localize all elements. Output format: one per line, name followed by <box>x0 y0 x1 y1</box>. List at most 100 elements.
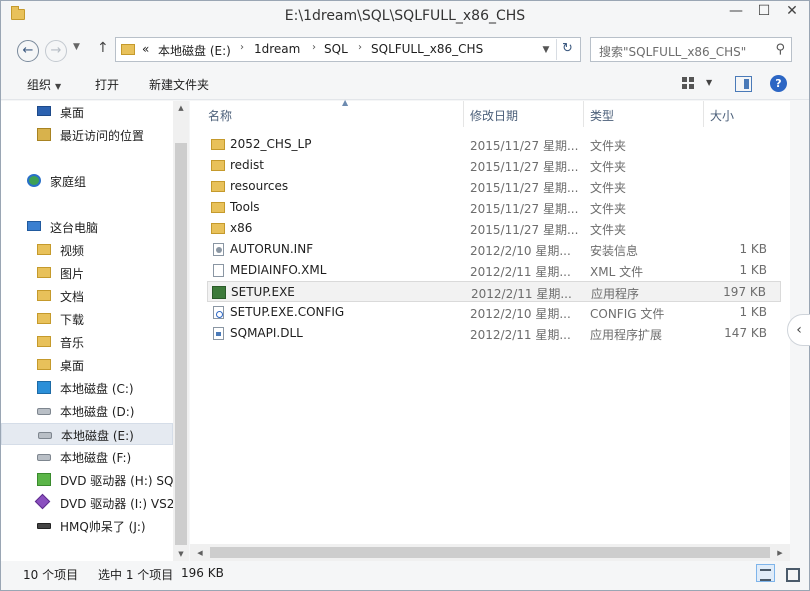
file-name: SQMAPI.DLL <box>230 326 303 340</box>
file-row[interactable]: resources 2015/11/27 星期... 文件夹 <box>207 176 781 197</box>
breadcrumb-drive-e[interactable]: 本地磁盘 (E:) <box>158 42 231 59</box>
preview-pane-button[interactable] <box>735 76 752 92</box>
nav-item[interactable]: DVD 驱动器 (H:) SQ <box>1 469 173 491</box>
xml-file-icon <box>213 264 224 277</box>
nav-item[interactable]: 下载 <box>1 308 173 330</box>
scroll-up-icon[interactable]: ▲ <box>173 101 189 115</box>
nav-item[interactable]: 本地磁盘 (C:) <box>1 377 173 399</box>
file-type: 文件夹 <box>590 223 627 237</box>
breadcrumb-overflow[interactable]: « <box>142 42 149 56</box>
file-date: 2015/11/27 星期... <box>470 202 579 216</box>
documents-folder-icon <box>37 290 51 301</box>
recent-locations-dropdown[interactable]: ▼ <box>73 42 80 52</box>
change-view-button[interactable] <box>681 76 699 92</box>
system-drive-icon <box>37 381 51 394</box>
minimize-button[interactable]: — <box>721 1 751 23</box>
breadcrumb-1dream[interactable]: 1dream <box>254 42 300 56</box>
horizontal-scroll-thumb[interactable] <box>210 547 770 558</box>
file-row[interactable]: 2052_CHS_LP 2015/11/27 星期... 文件夹 <box>207 134 781 155</box>
nav-item[interactable]: 图片 <box>1 262 173 284</box>
column-header-name[interactable]: 名称 ▲ <box>202 98 464 127</box>
breadcrumb-sqlfull[interactable]: SQLFULL_x86_CHS <box>371 42 483 56</box>
view-options-dropdown[interactable]: ▼ <box>706 78 712 87</box>
nav-item[interactable]: 文档 <box>1 285 173 307</box>
file-type: 应用程序 <box>591 287 640 301</box>
help-icon[interactable]: ? <box>770 75 787 92</box>
file-row[interactable]: SQMAPI.DLL 2012/2/11 星期... 应用程序扩展 147 KB <box>207 323 781 344</box>
refresh-icon: ↻ <box>562 41 573 56</box>
nav-item-label: 本地磁盘 (C:) <box>60 382 134 396</box>
close-button[interactable]: ✕ <box>777 1 807 23</box>
search-input[interactable]: 搜索"SQLFULL_x86_CHS" ⚲ <box>590 37 792 62</box>
address-dropdown[interactable]: ▼ <box>538 41 554 59</box>
file-name: 2052_CHS_LP <box>230 137 312 151</box>
address-bar[interactable]: « 本地磁盘 (E:) › 1dream › SQL › SQLFULL_x86… <box>115 37 581 62</box>
breadcrumb-sql[interactable]: SQL <box>324 42 348 56</box>
search-icon[interactable]: ⚲ <box>775 42 785 57</box>
organize-button[interactable]: 组织 ▼ <box>27 76 61 93</box>
open-button[interactable]: 打开 <box>95 76 119 93</box>
nav-scrollbar[interactable]: ▲ ▼ <box>173 101 189 561</box>
breadcrumb-separator[interactable]: › <box>312 42 316 53</box>
nav-item[interactable]: 音乐 <box>1 331 173 353</box>
file-row[interactable]: AUTORUN.INF 2012/2/10 星期... 安装信息 1 KB <box>207 239 781 260</box>
file-name: x86 <box>230 221 253 235</box>
file-date: 2015/11/27 星期... <box>470 181 579 195</box>
nav-item[interactable]: 本地磁盘 (D:) <box>1 400 173 422</box>
file-type: 文件夹 <box>590 160 627 174</box>
file-name: SETUP.EXE <box>231 285 295 299</box>
address-row: ← → ▼ ↑ « 本地磁盘 (E:) › 1dream › SQL › SQL… <box>1 32 809 67</box>
file-row[interactable]: MEDIAINFO.XML 2012/2/11 星期... XML 文件 1 KB <box>207 260 781 281</box>
maximize-button[interactable]: ☐ <box>749 1 779 23</box>
nav-item[interactable]: 本地磁盘 (F:) <box>1 446 173 468</box>
file-row[interactable]: redist 2015/11/27 星期... 文件夹 <box>207 155 781 176</box>
nav-item[interactable]: DVD 驱动器 (I:) VS2 <box>1 492 173 514</box>
file-date: 2012/2/10 星期... <box>470 307 571 321</box>
title-bar[interactable]: E:\1dream\SQL\SQLFULL_x86_CHS — ☐ ✕ <box>1 1 809 32</box>
scroll-right-icon[interactable]: ▶ <box>772 546 788 560</box>
nav-item[interactable]: 这台电脑 <box>1 216 173 238</box>
column-header-type[interactable]: 类型 <box>584 101 704 127</box>
file-row[interactable]: SETUP.EXE 2012/2/11 星期... 应用程序 197 KB <box>207 281 781 302</box>
folder-icon <box>211 202 225 213</box>
window-title: E:\1dream\SQL\SQLFULL_x86_CHS <box>284 8 526 24</box>
file-name: resources <box>230 179 289 193</box>
scroll-down-icon[interactable]: ▼ <box>173 547 189 561</box>
refresh-button[interactable]: ↻ <box>556 39 578 60</box>
column-header-date[interactable]: 修改日期 <box>464 101 584 127</box>
scroll-left-icon[interactable]: ◀ <box>192 546 208 560</box>
nav-item[interactable]: 最近访问的位置 <box>1 124 173 146</box>
breadcrumb-separator[interactable]: › <box>358 42 362 53</box>
chevron-down-icon: ▼ <box>73 42 80 52</box>
nav-item[interactable]: 视频 <box>1 239 173 261</box>
file-type: 应用程序扩展 <box>590 328 663 342</box>
file-date: 2012/2/11 星期... <box>470 265 571 279</box>
nav-item[interactable]: 本地磁盘 (E:) <box>1 423 173 445</box>
file-name: Tools <box>230 200 260 214</box>
column-name-label: 名称 <box>208 109 233 123</box>
nav-item[interactable]: 家庭组 <box>1 170 173 192</box>
nav-item[interactable]: HMQ帅呆了 (J:) <box>1 515 173 537</box>
column-header-size[interactable]: 大小 <box>704 101 784 127</box>
up-button[interactable]: ↑ <box>97 40 109 56</box>
nav-item[interactable]: 桌面 <box>1 354 173 376</box>
new-folder-button[interactable]: 新建文件夹 <box>149 76 209 93</box>
selection-count: 选中 1 个项目 <box>98 568 174 582</box>
nav-item-label: 视频 <box>60 244 85 258</box>
forward-button[interactable]: → <box>45 40 67 62</box>
nav-item[interactable]: 桌面 <box>1 101 173 123</box>
nav-scroll-thumb[interactable] <box>175 143 187 545</box>
large-icons-view-button[interactable] <box>782 564 801 582</box>
file-row[interactable]: x86 2015/11/27 星期... 文件夹 <box>207 218 781 239</box>
file-name: redist <box>230 158 264 172</box>
back-button[interactable]: ← <box>17 40 39 62</box>
file-row[interactable]: Tools 2015/11/27 星期... 文件夹 <box>207 197 781 218</box>
config-file-icon <box>213 306 224 319</box>
horizontal-scrollbar[interactable]: ◀ ▶ <box>190 544 790 561</box>
breadcrumb-separator[interactable]: › <box>240 42 244 53</box>
file-row[interactable]: SETUP.EXE.CONFIG 2012/2/10 星期... CONFIG 文件… <box>207 302 781 323</box>
nav-item-label: 本地磁盘 (D:) <box>60 405 135 419</box>
drive-icon <box>37 408 51 415</box>
grid-icon <box>682 77 687 82</box>
details-view-button[interactable] <box>756 564 775 582</box>
